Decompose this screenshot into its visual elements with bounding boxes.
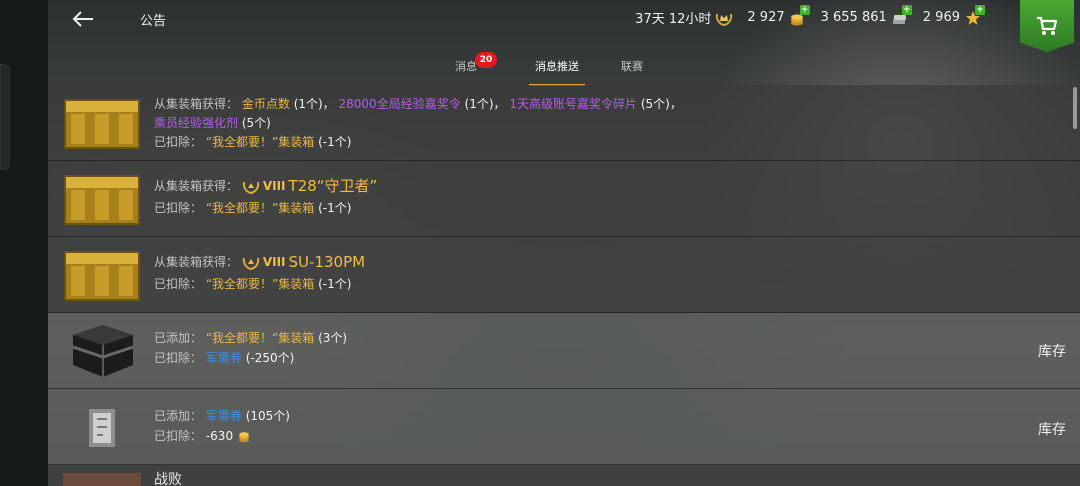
resource-bar: 37天 12小时 2 927 + 3 655 861 + 2 969 + <box>635 4 985 27</box>
free-xp-balance[interactable]: 2 969 + <box>922 4 985 27</box>
added-count: (105个) <box>245 409 290 423</box>
deducted-count: (-250个) <box>245 351 295 365</box>
deducted-item: “我全都要！”集装箱 <box>205 135 315 149</box>
reward-premium-fragment: 1天高级账号嘉奖令碎片 <box>509 97 637 111</box>
inventory-button[interactable]: 库存 <box>1038 419 1066 439</box>
gold-coin-icon <box>238 431 249 442</box>
deducted-value: -630 <box>205 429 234 443</box>
message-text: 从集装箱获得： VIII T28“守卫者” 已扣除： “我全都要！”集装箱 (-… <box>154 177 377 218</box>
list-item[interactable]: 从集装箱获得： VIII T28“守卫者” 已扣除： “我全都要！”集装箱 (-… <box>48 161 1080 237</box>
deducted-count: (-1个) <box>318 277 352 291</box>
obtained-label: 从集装箱获得： <box>154 97 239 111</box>
list-item[interactable]: 从集装箱获得： 金币点数 (1个)， 28000全局经验嘉奖令 (1个)， 1天… <box>48 85 1080 161</box>
tab-league[interactable]: 联赛 <box>602 52 662 86</box>
reward-count: (1个)， <box>464 97 506 111</box>
gold-container-icon <box>64 175 140 225</box>
tab-messages[interactable]: 消息 20 <box>420 52 512 86</box>
premium-time[interactable]: 37天 12小时 <box>635 8 733 27</box>
gold-container-icon <box>64 251 140 301</box>
obtained-label: 从集装箱获得： <box>154 255 239 269</box>
gold-container-icon <box>64 99 140 149</box>
screen-edge <box>0 0 48 486</box>
tank-tier: VIII <box>262 179 286 193</box>
battle-thumbnail <box>63 473 141 486</box>
tab-messages-label: 消息 <box>455 60 477 73</box>
tank-tier: VIII <box>262 255 286 269</box>
free-xp-icon: + <box>964 4 985 27</box>
tab-notifications[interactable]: 消息推送 <box>512 52 602 86</box>
credits-icon: + <box>891 4 912 27</box>
added-item: 军需券 <box>205 409 242 423</box>
message-text: 已添加： 军需券 (105个) 已扣除： -630 <box>154 407 290 446</box>
added-label: 已添加： <box>154 409 203 423</box>
added-label: 已添加： <box>154 331 203 345</box>
top-bar: 公告 37天 12小时 2 927 + 3 655 861 + 2 969 + <box>48 0 1080 52</box>
reward-crew-booster: 乘员经验强化剂 <box>154 116 239 130</box>
reward-count: (1个)， <box>293 97 335 111</box>
deducted-label: 已扣除： <box>154 135 203 149</box>
add-free-xp-icon[interactable]: + <box>975 4 985 15</box>
reward-count: (5个)， <box>640 97 682 111</box>
shopping-cart-icon <box>1037 16 1058 35</box>
tab-bar: 消息 20 消息推送 联赛 <box>420 52 662 86</box>
message-text: 从集装箱获得： VIII SU-130PM 已扣除： “我全都要！”集装箱 (-… <box>154 253 365 294</box>
credits-value: 3 655 861 <box>820 10 887 25</box>
shop-button[interactable] <box>1020 0 1074 52</box>
deducted-label: 已扣除： <box>154 429 203 443</box>
list-item[interactable]: 从集装箱获得： VIII SU-130PM 已扣除： “我全都要！”集装箱 (-… <box>48 237 1080 313</box>
deducted-item: “我全都要！”集装箱 <box>205 201 315 215</box>
tier-laurel-icon <box>242 257 260 270</box>
deducted-label: 已扣除： <box>154 351 203 365</box>
battle-result: 战败 <box>154 472 182 486</box>
free-xp-value: 2 969 <box>922 10 960 25</box>
page-title: 公告 <box>140 14 167 29</box>
tank-name: SU-130PM <box>288 253 366 271</box>
deducted-item: 军需券 <box>205 351 242 365</box>
tank-name: T28“守卫者” <box>288 177 378 195</box>
credits-balance[interactable]: 3 655 861 + <box>820 4 912 27</box>
reward-gold-points: 金币点数 <box>241 97 290 111</box>
premium-crown-icon <box>716 13 733 26</box>
deducted-label: 已扣除： <box>154 201 203 215</box>
screen-notch <box>0 64 10 170</box>
tier-laurel-icon <box>242 181 260 194</box>
deducted-label: 已扣除： <box>154 277 203 291</box>
tank-reward: VIII T28“守卫者” <box>242 177 377 196</box>
list-item[interactable]: 已添加： “我全都要！”集装箱 (3个) 已扣除： 军需券 (-250个) 库存 <box>48 313 1080 389</box>
tab-notifications-label: 消息推送 <box>535 60 579 73</box>
deducted-item: “我全都要！”集装箱 <box>205 277 315 291</box>
add-credits-icon[interactable]: + <box>901 4 912 15</box>
gold-value: 2 927 <box>747 10 785 25</box>
obtained-label: 从集装箱获得： <box>154 179 239 193</box>
deducted-count: (-1个) <box>318 135 352 149</box>
message-text: 已添加： “我全都要！”集装箱 (3个) 已扣除： 军需券 (-250个) <box>154 329 347 368</box>
notification-list[interactable]: 从集装箱获得： 金币点数 (1个)， 28000全局经验嘉奖令 (1个)， 1天… <box>48 85 1080 486</box>
list-item[interactable]: 已添加： 军需券 (105个) 已扣除： -630 库存 <box>48 389 1080 465</box>
unread-count-badge: 20 <box>475 52 497 68</box>
black-container-icon <box>72 325 134 377</box>
tab-league-label: 联赛 <box>621 60 643 73</box>
message-text: 从集装箱获得： 金币点数 (1个)， 28000全局经验嘉奖令 (1个)， 1天… <box>154 95 682 152</box>
back-arrow-icon <box>72 11 93 27</box>
added-count: (3个) <box>318 331 348 345</box>
voucher-icon <box>89 409 115 447</box>
deducted-count: (-1个) <box>318 201 352 215</box>
list-scrollbar[interactable] <box>1073 87 1077 129</box>
reward-count: (5个) <box>241 116 271 130</box>
added-item: “我全都要！”集装箱 <box>205 331 315 345</box>
list-item[interactable]: 战败 <box>48 465 1080 486</box>
inventory-button[interactable]: 库存 <box>1038 341 1066 361</box>
premium-time-value: 37天 12小时 <box>635 12 712 27</box>
gold-coins-icon: + <box>789 4 810 27</box>
reward-xp-order: 28000全局经验嘉奖令 <box>338 97 461 111</box>
tank-reward: VIII SU-130PM <box>242 253 365 272</box>
back-button[interactable] <box>70 6 96 32</box>
add-gold-icon[interactable]: + <box>799 4 810 15</box>
gold-balance[interactable]: 2 927 + <box>747 4 810 27</box>
